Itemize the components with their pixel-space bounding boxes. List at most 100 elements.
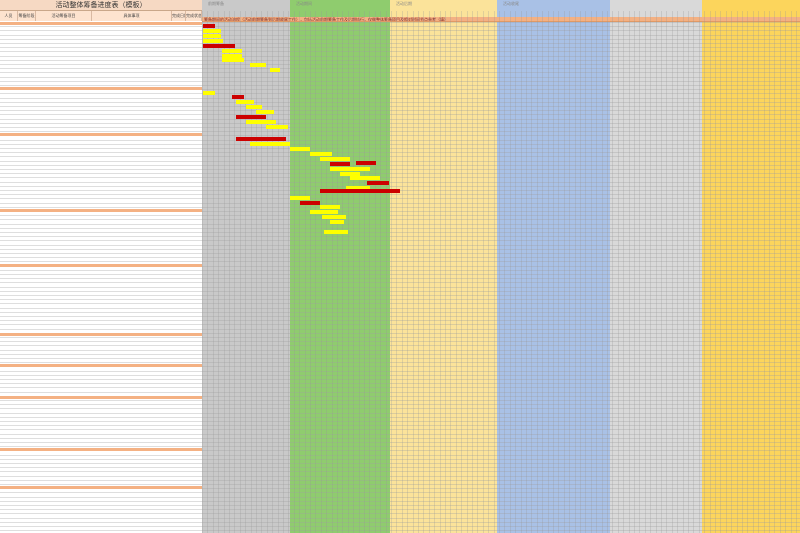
grid-column [796,11,797,533]
grid-column [477,11,479,533]
table-row [0,353,800,355]
table-row [0,295,800,296]
table-row [0,198,800,200]
table-row [0,408,800,410]
table-row [0,286,800,288]
section-divider [0,133,202,136]
grid-column [239,11,241,533]
grid-column [677,11,679,533]
gantt-bar [310,152,332,156]
grid-column [315,11,317,533]
table-row [0,433,800,435]
table-row [0,101,800,103]
table-row [0,341,800,343]
grid-column [391,11,392,533]
grid-column [202,11,203,533]
col-date: 完成日期 [172,11,186,21]
table-row [0,206,800,208]
grid-column [596,11,598,533]
table-row [0,370,800,372]
table-row [0,257,800,259]
table-row [0,97,800,99]
gantt-bar-critical [203,44,235,48]
grid-column [229,11,230,533]
table-row [0,93,800,95]
grid-column [634,11,635,533]
grid-column [337,11,338,533]
gantt-bar [246,120,276,124]
grid-column [261,11,263,533]
section-divider [0,209,202,212]
grid-column [661,11,662,533]
grid-column [569,11,571,533]
grid-column [288,11,290,533]
table-row [0,509,800,511]
sheet-title: 活动整体筹备进度表（模板） [0,0,202,11]
table-row [0,471,800,473]
grid-column [742,11,743,533]
gantt-bar [330,220,344,224]
grid-column [774,11,776,533]
grid-column [207,11,209,533]
grid-column [455,11,457,533]
grid-column [639,11,641,533]
table-row [0,55,800,57]
grid-column [353,11,355,533]
table-row [0,337,800,338]
table-row [0,80,800,82]
gantt-bar [203,34,221,38]
grid-column [461,11,463,533]
grid-column [347,11,349,533]
section-divider [0,364,202,367]
table-row [0,72,800,74]
grid-column [720,11,722,533]
table-row [0,282,800,284]
table-row [0,202,800,204]
gantt-bar [270,68,280,72]
table-row [0,274,800,275]
table-row [0,299,800,301]
table-row [0,290,800,292]
table-row [0,454,800,456]
zone-prep-label: 前期筹备 [208,1,224,6]
table-row [0,311,800,313]
gantt-bar [203,39,223,43]
table-row [0,47,800,49]
grid-column [769,11,770,533]
gantt-bar-critical [330,162,350,166]
grid-column [617,11,619,533]
table-row [0,51,800,53]
gantt-bar [256,110,274,114]
gantt-bar-critical [356,161,376,165]
grid-column [779,11,781,533]
table-row [0,156,800,158]
table-row [0,148,800,149]
col-owner: 人员 [0,11,18,21]
grid-column [223,11,225,533]
grid-column [412,11,414,533]
grid-column [439,11,441,533]
table-row [0,320,800,322]
table-row [0,76,800,78]
grid-column [725,11,727,533]
table-row [0,114,800,116]
gantt-bar [322,215,346,219]
gantt-bar-critical [236,115,266,119]
table-row [0,248,800,250]
table-row [0,421,800,422]
grid-column [369,11,371,533]
table-row [0,38,800,40]
gantt-bar-critical [367,181,389,185]
table-row [0,164,800,166]
table-row [0,345,800,347]
grid-column [364,11,365,533]
col-status: 完成状态 [186,11,202,21]
table-row [0,68,800,70]
grid-column [736,11,738,533]
grid-column [418,11,419,533]
grid-column [304,11,306,533]
table-row [0,496,800,498]
grid-column [644,11,646,533]
grid-column [526,11,527,533]
table-row [0,278,800,280]
